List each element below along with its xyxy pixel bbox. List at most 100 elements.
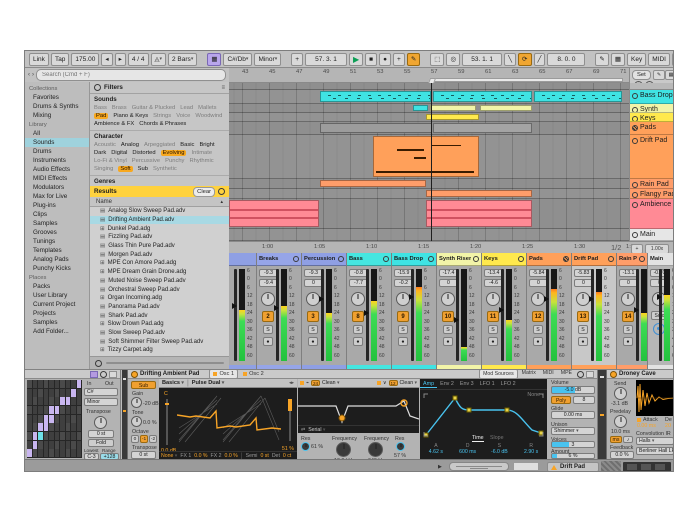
filter-tag-percussive[interactable]: Percussive [132,158,160,164]
pad-cell[interactable] [49,423,54,431]
notch-icon[interactable]: ∨ [383,380,387,386]
pad-cell[interactable] [44,389,49,397]
monitor-button[interactable]: ● [578,337,588,346]
link-button[interactable]: Link [29,53,49,66]
sidebar-item-drums-synths[interactable]: Drums & Synths [25,102,89,111]
mixer-track-title[interactable]: Main [648,253,674,266]
fader-handle[interactable] [232,303,237,309]
sidebar-item-samples[interactable]: Samples [25,219,89,228]
freq1-knob[interactable] [336,442,351,457]
sidebar-item-tunings[interactable]: Tunings [25,237,89,246]
pad-cell[interactable] [60,380,65,388]
sidebar-item-projects[interactable]: Projects [25,309,89,318]
clip[interactable] [534,91,622,102]
predelay-sync-button[interactable]: ♪ [623,436,633,443]
pad-cell[interactable] [44,415,49,423]
filter2-type[interactable]: Clean [400,380,417,386]
sidebar-item-audio-effects[interactable]: Audio Effects [25,165,89,174]
pad-cell[interactable] [44,432,49,440]
automation-arm-button[interactable]: ✎ [407,53,420,66]
env-tab-env-2[interactable]: Env 2 [437,381,457,387]
monitor-button[interactable]: ● [533,337,543,346]
fader-handle[interactable] [409,294,414,300]
scale-transpose-value[interactable]: 0 st [88,430,114,438]
pad-cell[interactable] [33,449,38,457]
drift-fold-icon[interactable] [586,371,594,378]
group-icon[interactable] [563,256,569,262]
filter2-on-icon[interactable] [377,381,381,385]
sidebar-item-current-project[interactable]: Current Project [25,300,89,309]
reverb-titlebar[interactable]: Droney Cave [607,370,674,379]
track-activator[interactable]: 14 [622,311,634,322]
track-header-synth-riser[interactable]: Synth Riser [630,104,674,113]
reverb-on-icon[interactable] [610,371,617,378]
filter-tag-ambience-fx[interactable]: Ambience & FX [94,121,134,127]
filter-tag-chords-phrases[interactable]: Chords & Phrases [139,121,186,127]
volume-fader[interactable] [276,269,279,361]
pad-cell[interactable] [49,397,54,405]
pad-cell[interactable] [44,406,49,414]
drift-save-icon[interactable] [577,371,584,378]
filter-tag-mallets[interactable]: Mallets [198,105,216,111]
pad-cell[interactable] [33,389,38,397]
filter-tag-dark[interactable]: Dark [94,150,106,156]
pad-cell[interactable] [27,432,32,440]
volume-fader[interactable] [321,269,324,361]
solo-button[interactable]: S [488,325,498,334]
pad-cell[interactable] [77,406,82,414]
pad-cell[interactable] [66,423,71,431]
search-input[interactable] [36,69,226,81]
poly-mode-button[interactable]: Poly [551,396,571,404]
mixer-track-title[interactable]: Bass [347,253,391,266]
save-preset-icon[interactable] [100,371,107,378]
env-value[interactable]: 4.62 s [420,449,452,455]
pad-cell[interactable] [66,397,71,405]
filter-tag-strings[interactable]: Strings [153,113,171,119]
clip[interactable] [430,105,476,111]
filter-section-header-character[interactable]: Character [90,131,229,141]
mixer-track-title[interactable] [229,253,256,266]
pad-cell[interactable] [60,423,65,431]
pad-cell[interactable] [55,432,60,440]
clip[interactable] [320,180,426,187]
tone-knob[interactable] [131,416,142,427]
pan-knob[interactable] [486,292,500,306]
pad-cell[interactable] [33,423,38,431]
filter-tag-guitar-plucked[interactable]: Guitar & Plucked [132,105,176,111]
mod-tab-mpe[interactable]: MPE [558,370,575,377]
monitor-button[interactable]: ● [263,337,273,346]
clip[interactable] [480,105,532,111]
pad-cell[interactable] [71,406,76,414]
pad-cell[interactable] [33,406,38,414]
track-header-rain-pad[interactable]: Rain Pad [630,179,674,189]
pad-cell[interactable] [60,449,65,457]
mixer-strip-partial[interactable]: 6 0 6 12 18 24 30 36 42 48 60 [229,253,257,369]
result-item[interactable]: ⊞Dunkel Pad.adg [90,224,229,233]
filter-tag-arpeggiated[interactable]: Arpeggiated [144,142,175,148]
track-header-main[interactable]: Main [630,229,674,241]
sidebar-item-clips[interactable]: Clips [25,210,89,219]
beat-time-ruler[interactable]: 434547495153555759616365676971 [229,68,629,83]
scale-fold-button[interactable]: Fold [88,439,114,447]
decay-value[interactable]: 20 [665,423,671,429]
pad-cell[interactable] [38,406,43,414]
pad-cell[interactable] [77,397,82,405]
sidebar-item-user-library[interactable]: User Library [25,291,89,300]
filter-tag-rhythmic[interactable]: Rhythmic [189,158,213,164]
filter-tag-voice[interactable]: Voice [176,113,190,119]
preview-waveform[interactable] [106,362,224,364]
mixer-strip-bass[interactable]: Bass-0.8-7.78S●6 0 6 12 18 24 30 36 42 4… [347,253,392,369]
preview-play-icon[interactable] [95,360,102,367]
sidebar-item-punchy-kicks[interactable]: Punchy Kicks [25,264,89,273]
track-header-keys[interactable]: Keys [630,113,674,122]
pad-cell[interactable] [71,415,76,423]
octave-button--1[interactable]: -1 [140,435,148,443]
arrangement-position-display[interactable]: 57. 3. 1 [305,53,347,66]
pad-cell[interactable] [66,389,71,397]
pad-cell[interactable] [33,441,38,449]
mod-tab-matrix[interactable]: Matrix [519,370,539,377]
filter-tag-evolving[interactable]: Evolving [161,150,187,156]
track-activator[interactable]: 3 [307,311,319,322]
pad-cell[interactable] [49,441,54,449]
pad-cell[interactable] [77,423,82,431]
